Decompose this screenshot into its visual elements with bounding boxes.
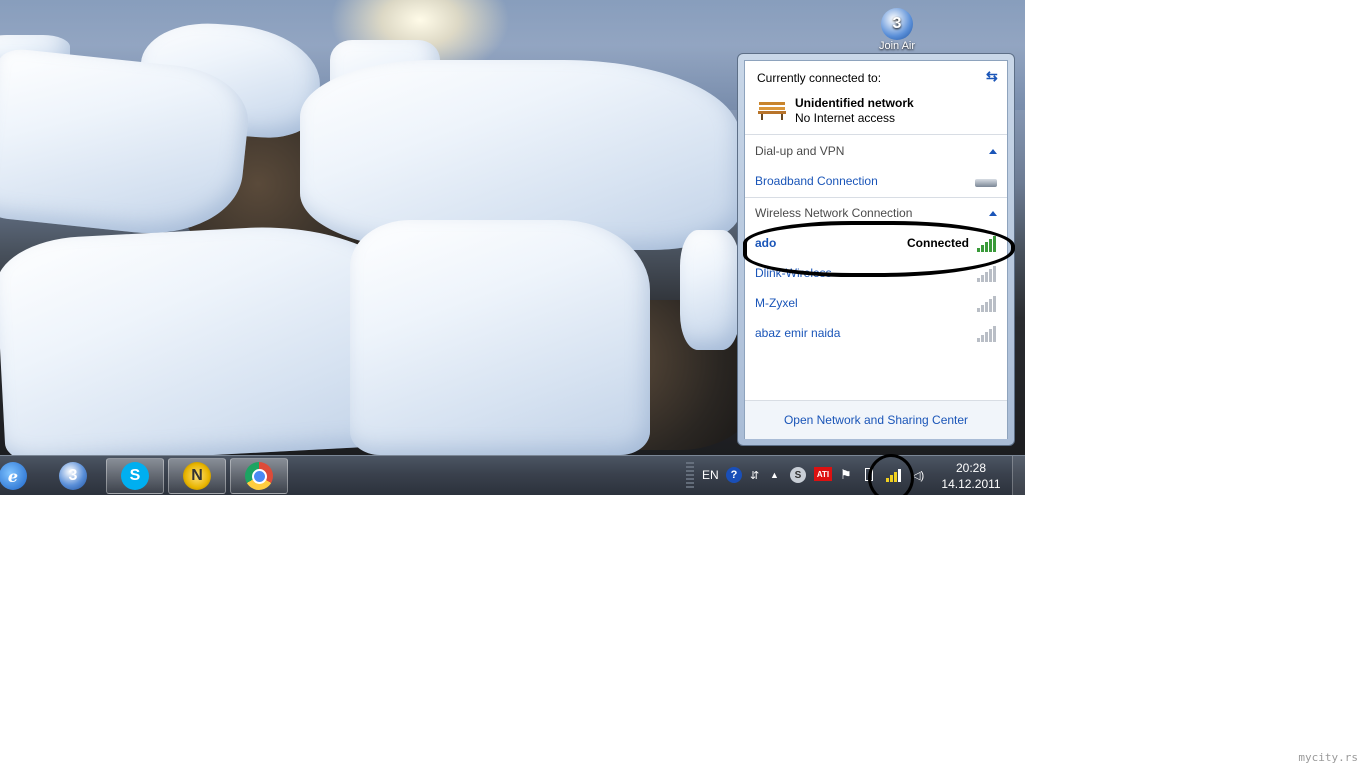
network-switch-icon[interactable]: ⇵ bbox=[750, 466, 759, 484]
section-title-dialup: Dial-up and VPN bbox=[755, 144, 845, 158]
watermark: mycity.rs bbox=[1298, 751, 1358, 764]
flyout-footer: Open Network and Sharing Center bbox=[745, 400, 1007, 439]
signal-strength-icon bbox=[977, 294, 999, 312]
join-air-icon: 3 bbox=[59, 462, 87, 490]
modem-icon bbox=[975, 179, 997, 187]
skype-icon: S bbox=[121, 462, 149, 490]
current-network-name: Unidentified network bbox=[795, 96, 914, 110]
tray-grip[interactable] bbox=[686, 462, 694, 490]
currently-connected-heading: Currently connected to: bbox=[757, 71, 882, 85]
collapse-chevron-icon[interactable] bbox=[989, 149, 997, 154]
annotation-scribble bbox=[743, 221, 1015, 277]
desktop-shortcut-label: Join Air bbox=[878, 40, 916, 52]
skype-tray-icon[interactable]: S bbox=[790, 467, 806, 483]
bench-network-icon bbox=[757, 97, 787, 121]
action-center-flag-icon[interactable]: ⚑ bbox=[840, 466, 852, 484]
current-network-status: No Internet access bbox=[795, 111, 896, 125]
signal-strength-icon bbox=[977, 324, 999, 342]
ati-icon[interactable]: ATI bbox=[814, 467, 832, 481]
chrome-icon bbox=[245, 462, 273, 490]
broadband-connection-label: Broadband Connection bbox=[755, 174, 878, 188]
network-name: abaz emir naida bbox=[755, 326, 841, 340]
clock-time: 20:28 bbox=[955, 461, 987, 475]
taskbar-ie-button[interactable]: e bbox=[0, 458, 42, 494]
annotation-circle bbox=[868, 454, 914, 495]
language-indicator[interactable]: EN bbox=[702, 466, 719, 484]
taskbar-skype-button[interactable]: S bbox=[106, 458, 164, 494]
desktop-screen: 3 Join Air Currently connected to: ⇆ Uni… bbox=[0, 0, 1025, 495]
refresh-connections-icon[interactable]: ⇆ bbox=[986, 68, 998, 85]
clock-date: 14.12.2011 bbox=[941, 477, 1001, 491]
taskbar-norton-button[interactable]: N bbox=[168, 458, 226, 494]
show-desktop-button[interactable] bbox=[1012, 456, 1025, 495]
desktop-shortcut[interactable]: 3 Join Air bbox=[872, 8, 922, 52]
open-network-sharing-center-link[interactable]: Open Network and Sharing Center bbox=[745, 413, 1007, 427]
taskbar-join-air-button[interactable]: 3 bbox=[44, 458, 102, 494]
collapse-chevron-icon[interactable] bbox=[989, 211, 997, 216]
help-icon[interactable]: ? bbox=[726, 467, 742, 483]
norton-icon: N bbox=[183, 462, 211, 490]
show-hidden-icons-chevron[interactable]: ▲ bbox=[770, 466, 779, 484]
network-name: M-Zyxel bbox=[755, 296, 798, 310]
taskbar-chrome-button[interactable] bbox=[230, 458, 288, 494]
ie-icon: e bbox=[0, 462, 27, 490]
join-air-icon: 3 bbox=[881, 8, 913, 40]
clock[interactable]: 20:28 14.12.2011 bbox=[936, 460, 1006, 492]
section-title-wireless: Wireless Network Connection bbox=[755, 206, 913, 220]
